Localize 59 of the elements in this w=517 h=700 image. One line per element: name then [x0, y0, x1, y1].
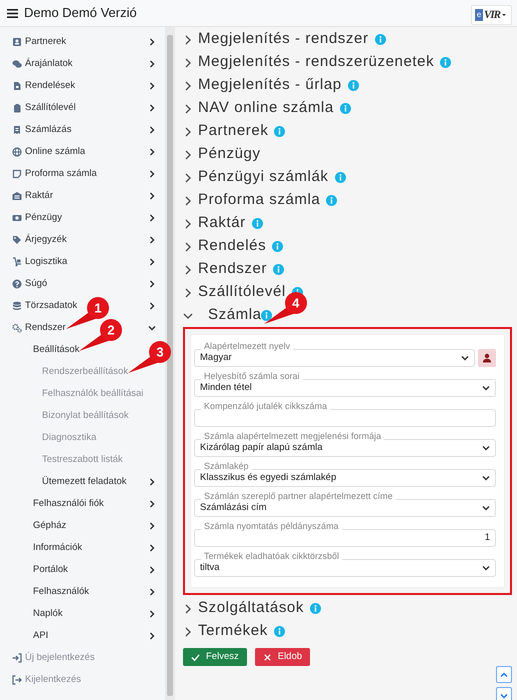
field-label: Számla nyomtatás példányszáma	[201, 521, 342, 532]
discard-button[interactable]: Eldob	[254, 648, 310, 666]
field-label: Számlakép	[201, 461, 252, 472]
callout-number: 2	[108, 322, 116, 338]
section-heading[interactable]: Termékek	[198, 620, 268, 643]
sidebar-item[interactable]: Rendelések	[25, 78, 76, 94]
field-label: Termékek eladhatóak cikktörzsből	[201, 551, 342, 562]
sidebar-item[interactable]: Ütemezett feladatok	[42, 474, 126, 490]
sidebar-item[interactable]: Információk	[33, 540, 82, 556]
sidebar-item[interactable]: Beállítások	[33, 342, 80, 358]
sidebar-item[interactable]: Számlázás	[25, 122, 72, 138]
section-heading[interactable]: Megjelenítés - rendszerüzenetek	[198, 51, 434, 74]
section-heading[interactable]: NAV online számla	[198, 97, 334, 120]
sidebar-item[interactable]: Felhasználók	[33, 584, 89, 600]
select-field[interactable]: Klasszikus és egyedi számlakép	[194, 469, 496, 487]
section-heading[interactable]: Pénzügyi számlák	[198, 166, 328, 189]
section-heading[interactable]: Szolgáltatások	[198, 597, 304, 620]
field-label: Alapértelmezett nyelv	[201, 341, 294, 352]
app-title: Demo Demó Verzió	[24, 4, 137, 22]
sidebar-item[interactable]: Online számla	[25, 144, 86, 160]
field-label: Számla alapértelmezett megjelenési formája	[201, 431, 384, 442]
callout-number: 4	[292, 295, 300, 310]
select-field[interactable]: Számlázási cím	[194, 499, 496, 517]
sidebar-item[interactable]: Raktár	[25, 188, 53, 204]
sidebar-item[interactable]: Logisztika	[25, 254, 68, 270]
sidebar-item[interactable]: Pénzügy	[25, 210, 62, 226]
sidebar-item[interactable]: Árajánlatok	[25, 56, 73, 72]
field-label: Helyesbítő számla sorai	[201, 371, 303, 382]
logo-dropdown[interactable]: e VIR	[471, 4, 512, 24]
field-label: Számlán szereplő partner alapértelmezett címe	[201, 491, 396, 502]
section-heading[interactable]: Rendelés	[198, 235, 266, 258]
select-field[interactable]: Magyar	[194, 349, 475, 367]
sidebar-item[interactable]: Partnerek	[25, 34, 66, 50]
sidebar-item[interactable]: Szállítólevél	[25, 100, 76, 116]
sidebar-item[interactable]: Árjegyzék	[25, 232, 67, 248]
sidebar-item[interactable]: Portálok	[33, 562, 68, 578]
field-label: Kompenzáló jutalék cikkszáma	[201, 401, 330, 412]
callout-number: 1	[94, 300, 102, 316]
select-field[interactable]: tiltva	[194, 559, 496, 577]
section-heading[interactable]: Megjelenítés - rendszer	[198, 28, 369, 51]
section-heading[interactable]: Partnerek	[198, 120, 268, 143]
select-field[interactable]: Minden tétel	[194, 379, 496, 397]
section-heading[interactable]: Pénzügy	[198, 143, 261, 166]
sidebar-item[interactable]: Gépház	[33, 518, 66, 534]
callout-number: 3	[156, 344, 164, 360]
sidebar-item[interactable]: Naplók	[33, 606, 63, 622]
section-heading[interactable]: Számla	[208, 304, 262, 327]
sidebar-item[interactable]: Proforma számla	[25, 166, 97, 182]
sidebar-item[interactable]: Törzsadatok	[25, 298, 78, 314]
section-heading[interactable]: Rendszer	[198, 258, 267, 281]
save-button[interactable]: Felvesz	[183, 648, 247, 666]
sidebar-item[interactable]: Súgó	[25, 276, 48, 292]
sidebar-item[interactable]: API	[33, 628, 48, 644]
section-heading[interactable]: Raktár	[198, 212, 246, 235]
section-heading[interactable]: Proforma számla	[198, 189, 320, 212]
sidebar-item[interactable]: Rendszer	[25, 320, 66, 336]
section-heading[interactable]: Megjelenítés - űrlap	[198, 74, 342, 97]
sidebar-item[interactable]: Felhasználói fiók	[33, 496, 104, 512]
section-heading[interactable]: Szállítólevél	[198, 281, 286, 304]
